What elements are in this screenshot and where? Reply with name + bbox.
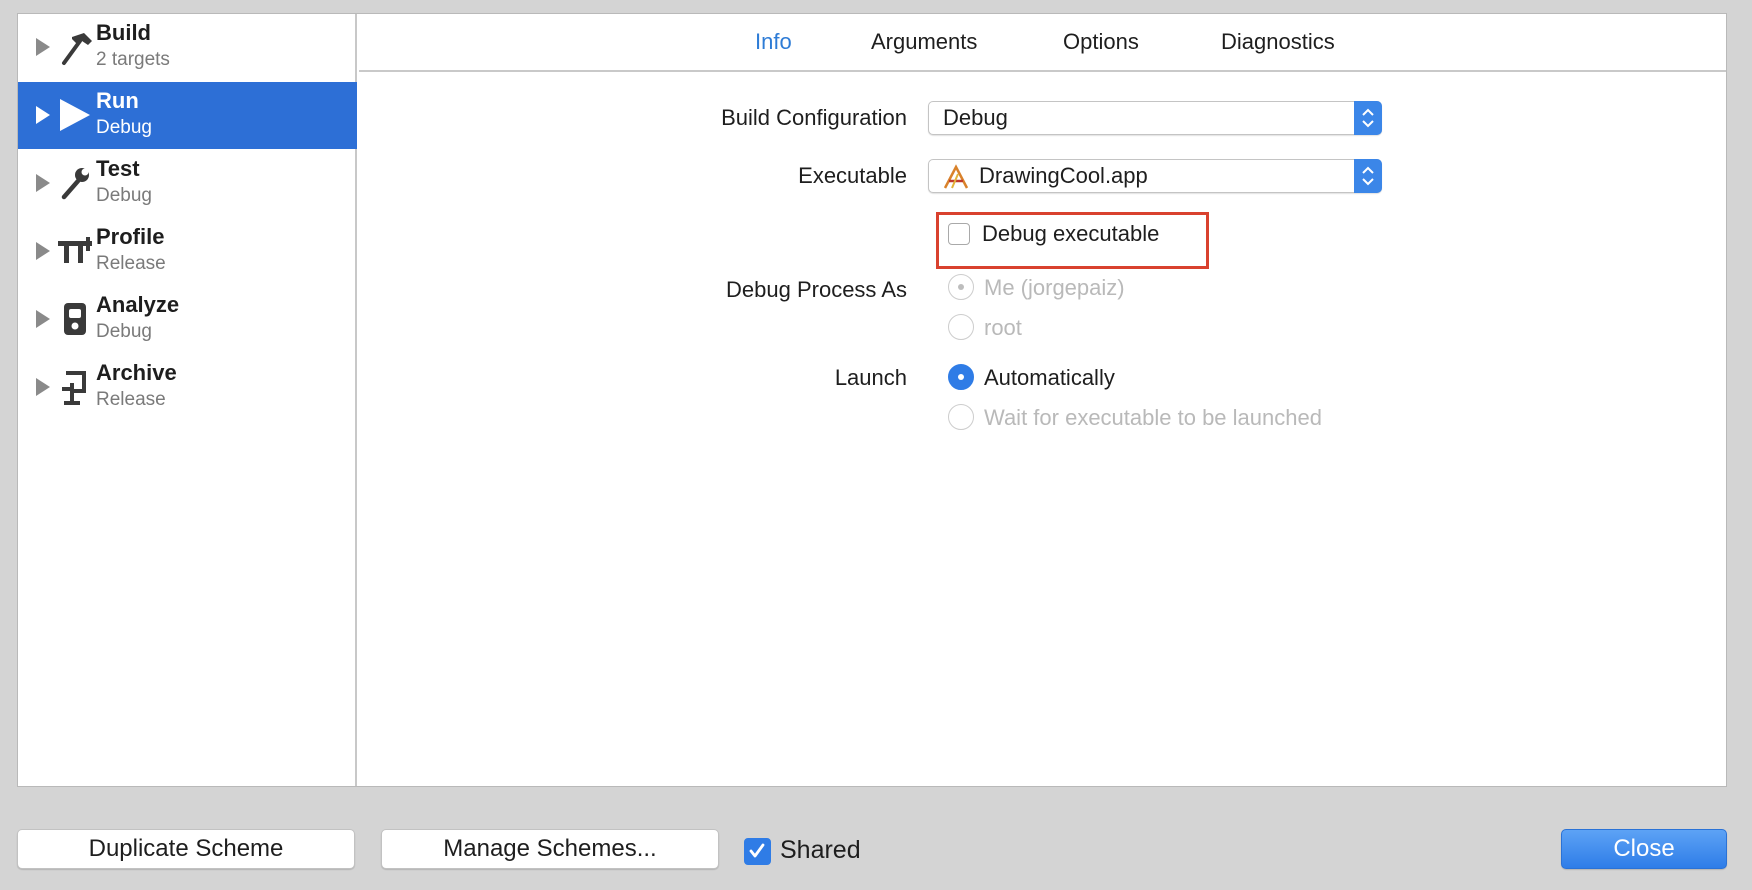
tab-options[interactable]: Options [1063, 28, 1139, 56]
sidebar-item-sublabel: Debug [96, 321, 152, 342]
wrench-icon [56, 163, 96, 203]
disclosure-triangle-icon[interactable] [36, 242, 50, 260]
sidebar-item-sublabel: Release [96, 253, 166, 274]
tab-arguments[interactable]: Arguments [871, 28, 977, 56]
tab-info[interactable]: Info [755, 28, 792, 56]
radio-root[interactable] [948, 314, 974, 340]
caliper-icon [56, 231, 96, 271]
build-configuration-popup[interactable]: Debug [928, 101, 1382, 135]
sidebar-item-archive[interactable]: Archive Release [18, 354, 357, 421]
disclosure-triangle-icon[interactable] [36, 378, 50, 396]
scheme-actions-sidebar: Build 2 targets Run Debug Test Debug Pro… [18, 14, 357, 786]
debug-executable-label: Debug executable [982, 221, 1160, 246]
sidebar-item-run[interactable]: Run Debug [18, 82, 357, 149]
debug-executable-checkbox[interactable] [948, 223, 970, 245]
build-configuration-value: Debug [943, 105, 1008, 130]
sidebar-item-label: Build [96, 20, 151, 45]
app-icon [943, 164, 969, 190]
sidebar-item-sublabel: 2 targets [96, 49, 170, 70]
radio-wait-for-launch-label: Wait for executable to be launched [984, 405, 1322, 430]
sidebar-item-analyze[interactable]: Analyze Debug [18, 286, 357, 353]
tab-diagnostics[interactable]: Diagnostics [1221, 28, 1335, 56]
radio-root-label: root [984, 315, 1022, 340]
shared-checkbox[interactable] [744, 838, 771, 865]
radio-automatically-label: Automatically [984, 365, 1115, 390]
sidebar-item-sublabel: Debug [96, 117, 152, 138]
sidebar-item-sublabel: Release [96, 389, 166, 410]
sidebar-item-label: Analyze [96, 292, 180, 317]
duplicate-scheme-button[interactable]: Duplicate Scheme [17, 829, 355, 869]
sidebar-item-label: Archive [96, 360, 177, 385]
scheme-editor-window: Build 2 targets Run Debug Test Debug Pro… [17, 13, 1727, 787]
sidebar-item-label: Run [96, 88, 139, 113]
sidebar-item-build[interactable]: Build 2 targets [18, 14, 357, 81]
sidebar-item-sublabel: Debug [96, 185, 152, 206]
radio-wait-for-launch[interactable] [948, 404, 974, 430]
analyze-icon [56, 299, 96, 339]
manage-schemes-button[interactable]: Manage Schemes... [381, 829, 719, 869]
debug-process-as-label: Debug Process As [726, 277, 907, 302]
build-configuration-label: Build Configuration [721, 105, 907, 130]
radio-me[interactable] [948, 274, 974, 300]
sidebar-item-test[interactable]: Test Debug [18, 150, 357, 217]
clamp-icon [56, 367, 96, 407]
launch-label: Launch [834, 365, 907, 390]
disclosure-triangle-icon[interactable] [36, 106, 50, 124]
disclosure-triangle-icon[interactable] [36, 38, 50, 56]
disclosure-triangle-icon[interactable] [36, 174, 50, 192]
sidebar-item-profile[interactable]: Profile Release [18, 218, 357, 285]
executable-label: Executable [798, 163, 907, 188]
popup-stepper-icon[interactable] [1354, 159, 1382, 193]
executable-value: DrawingCool.app [979, 163, 1148, 188]
shared-label: Shared [780, 836, 861, 864]
close-button[interactable]: Close [1561, 829, 1727, 869]
play-icon [56, 95, 96, 135]
tab-bar: Info Arguments Options Diagnostics [359, 14, 1726, 72]
sidebar-item-label: Profile [96, 224, 165, 249]
radio-me-label: Me (jorgepaiz) [984, 275, 1125, 300]
popup-stepper-icon[interactable] [1354, 101, 1382, 135]
hammer-icon [56, 27, 96, 67]
sidebar-item-label: Test [96, 156, 140, 181]
radio-automatically[interactable] [948, 364, 974, 390]
disclosure-triangle-icon[interactable] [36, 310, 50, 328]
executable-popup[interactable]: DrawingCool.app [928, 159, 1382, 193]
